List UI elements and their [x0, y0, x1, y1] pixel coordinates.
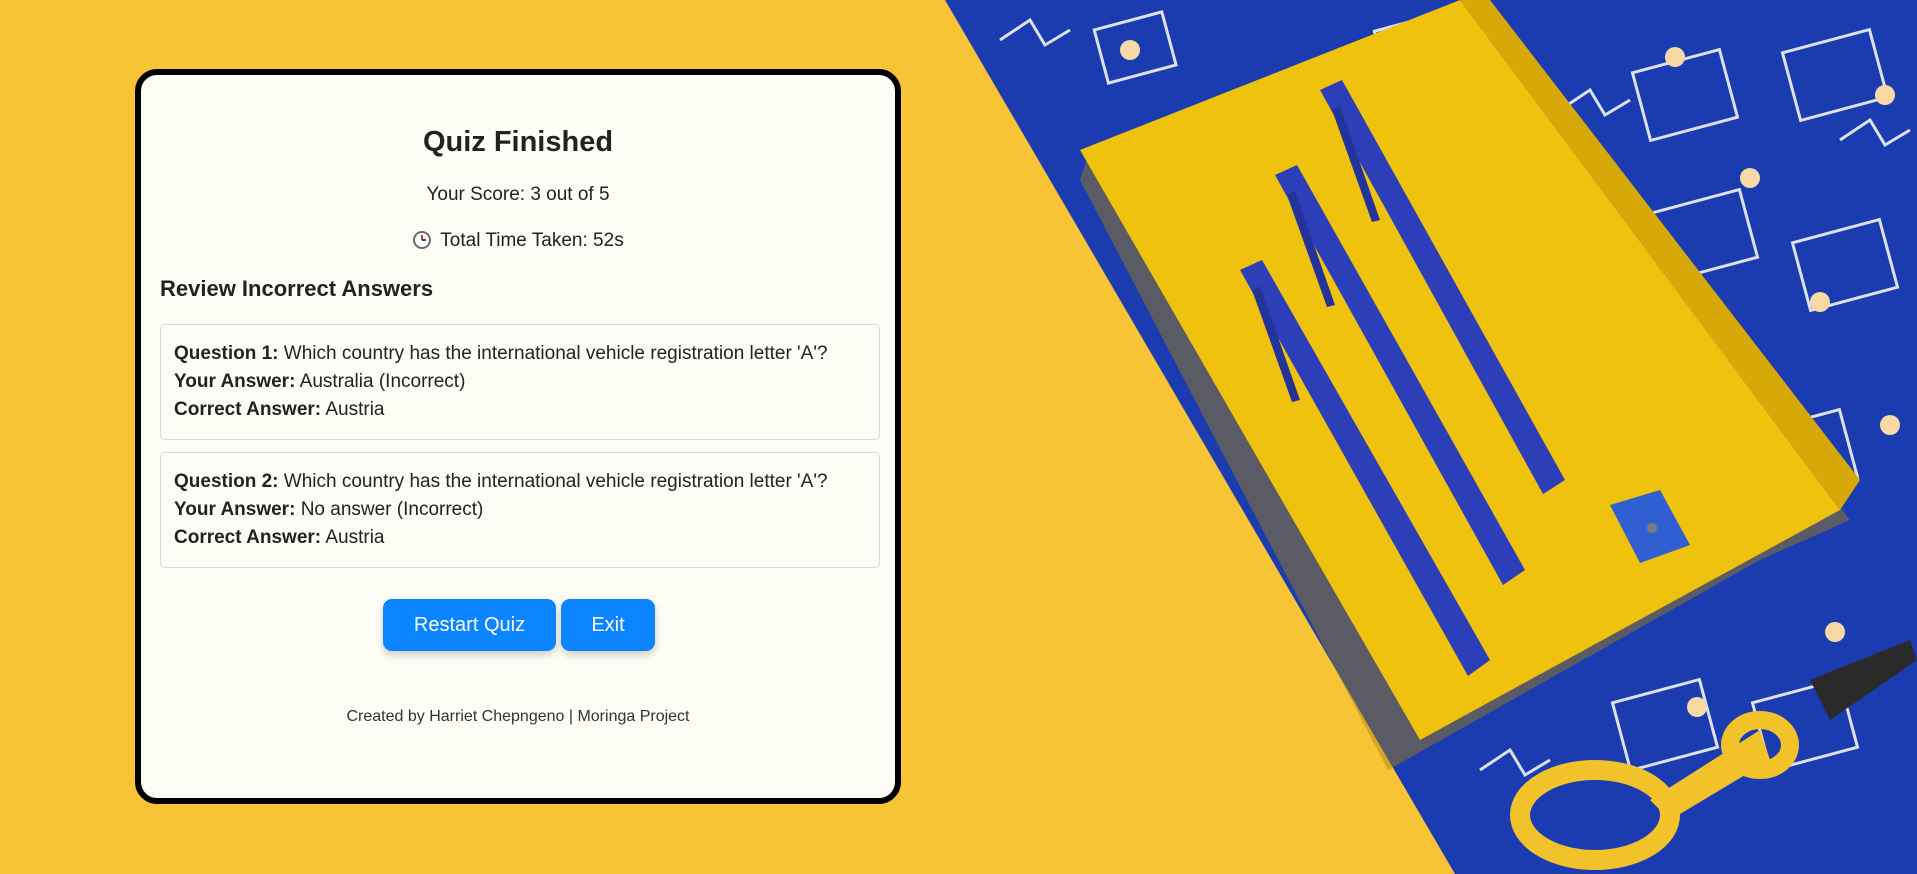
your-answer-text: No answer (Incorrect): [300, 499, 484, 520]
correct-answer-label: Correct Answer:: [174, 527, 322, 548]
correct-answer-line: Correct Answer: Austria: [174, 524, 866, 552]
correct-answer-text: Austria: [325, 527, 385, 548]
restart-quiz-button[interactable]: Restart Quiz: [383, 599, 556, 651]
your-answer-label: Your Answer:: [174, 499, 296, 520]
question-text: Which country has the international vehi…: [283, 343, 828, 364]
correct-answer-line: Correct Answer: Austria: [174, 396, 866, 424]
total-time-text: Total Time Taken: 52s: [440, 230, 624, 251]
your-answer-label: Your Answer:: [174, 371, 296, 392]
your-answer-line: Your Answer: Australia (Incorrect): [174, 368, 866, 396]
quiz-result-card: Quiz Finished Your Score: 3 out of 5 Tot…: [135, 69, 901, 804]
clock-icon: [413, 231, 432, 249]
incorrect-answer-item: Question 2: Which country has the intern…: [160, 452, 880, 568]
question-label: Question 1:: [174, 343, 279, 364]
question-line: Question 2: Which country has the intern…: [174, 468, 866, 496]
total-time: Total Time Taken: 52s: [141, 230, 895, 252]
correct-answer-text: Austria: [325, 399, 385, 420]
question-line: Question 1: Which country has the intern…: [174, 340, 866, 368]
review-heading: Review Incorrect Answers: [160, 276, 434, 301]
page-title: Quiz Finished: [422, 126, 614, 158]
question-label: Question 2:: [174, 471, 279, 492]
your-answer-line: Your Answer: No answer (Incorrect): [174, 496, 866, 524]
footer-credit: Created by Harriet Chepngeno | Moringa P…: [346, 708, 690, 725]
your-answer-text: Australia (Incorrect): [299, 371, 466, 392]
incorrect-answer-item: Question 1: Which country has the intern…: [160, 324, 880, 440]
question-text: Which country has the international vehi…: [283, 471, 828, 492]
score-text: Your Score: 3 out of 5: [426, 184, 610, 205]
correct-answer-label: Correct Answer:: [174, 399, 322, 420]
exit-button[interactable]: Exit: [561, 599, 655, 651]
